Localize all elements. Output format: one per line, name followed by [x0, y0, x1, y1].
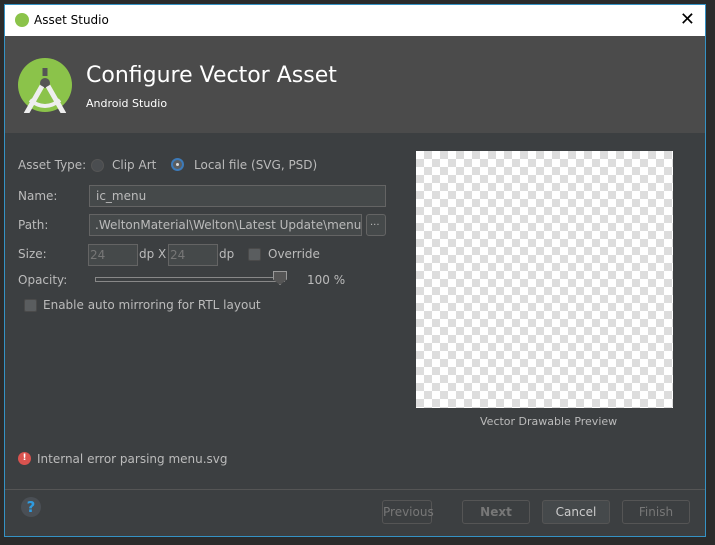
android-studio-icon: [15, 13, 29, 27]
asset-type-label: Asset Type:: [18, 158, 87, 172]
size-x-label: X: [158, 247, 167, 261]
clip-art-radio[interactable]: [91, 159, 104, 172]
local-file-label[interactable]: Local file (SVG, PSD): [194, 158, 317, 172]
error-icon: !: [18, 452, 31, 465]
asset-studio-dialog: Asset Studio ✕ Configure Vector Asset An…: [4, 4, 706, 537]
preview-caption: Vector Drawable Preview: [480, 415, 618, 428]
android-studio-logo: [18, 58, 72, 113]
clip-art-label[interactable]: Clip Art: [112, 158, 156, 172]
opacity-label: Opacity:: [18, 273, 68, 287]
cancel-button[interactable]: Cancel: [542, 500, 610, 524]
help-button[interactable]: ?: [21, 497, 41, 517]
footer-divider: [5, 489, 705, 490]
opacity-value: 100 %: [307, 273, 346, 287]
vector-preview: [416, 151, 673, 408]
size-label: Size:: [18, 247, 47, 261]
error-message: Internal error parsing menu.svg: [37, 452, 228, 466]
local-file-radio[interactable]: [171, 158, 184, 171]
width-unit: dp: [139, 247, 155, 261]
title-bar: Asset Studio ✕: [5, 5, 705, 36]
browse-button[interactable]: ...: [366, 214, 386, 236]
name-input[interactable]: ic_menu: [89, 185, 386, 207]
override-label: Override: [268, 247, 320, 261]
next-button[interactable]: Next: [462, 500, 530, 524]
height-input[interactable]: 24: [168, 244, 218, 266]
height-unit: dp: [219, 247, 235, 261]
page-title: Configure Vector Asset: [86, 63, 337, 88]
opacity-slider[interactable]: [95, 277, 285, 282]
override-checkbox[interactable]: [248, 248, 261, 261]
rtl-mirroring-label: Enable auto mirroring for RTL layout: [43, 298, 261, 312]
header: Configure Vector Asset Android Studio: [5, 36, 705, 133]
previous-button[interactable]: Previous: [382, 500, 434, 524]
name-label: Name:: [18, 189, 58, 203]
width-input[interactable]: 24: [88, 244, 138, 266]
page-subtitle: Android Studio: [86, 97, 168, 110]
rtl-mirroring-checkbox[interactable]: [24, 299, 37, 312]
window-title: Asset Studio: [34, 13, 109, 27]
path-input[interactable]: .WeltonMaterial\Welton\Latest Update\men…: [89, 214, 362, 236]
path-label: Path:: [18, 218, 49, 232]
close-icon[interactable]: ✕: [680, 9, 695, 30]
opacity-slider-thumb[interactable]: [273, 271, 287, 285]
finish-button[interactable]: Finish: [622, 500, 690, 524]
